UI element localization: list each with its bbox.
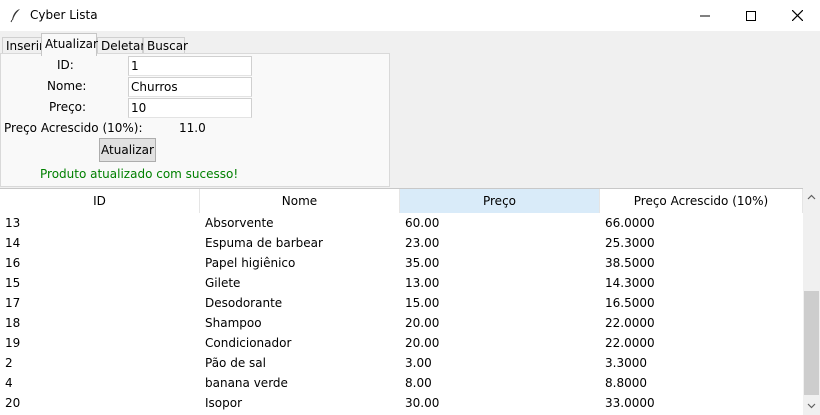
cell-nome: Pão de sal <box>205 356 266 370</box>
chevron-up-icon <box>807 194 816 199</box>
cell-preco: 35.00 <box>405 256 440 270</box>
cell-preco-acrescido: 38.5000 <box>605 256 655 270</box>
maximize-icon <box>746 10 756 21</box>
table-row[interactable]: 15 Gilete 13.00 14.3000 <box>0 273 803 293</box>
cell-nome: Shampoo <box>205 316 262 330</box>
success-message: Produto atualizado com sucesso! <box>40 167 239 181</box>
atualizar-button[interactable]: Atualizar <box>99 138 156 162</box>
nome-field[interactable] <box>128 77 252 97</box>
cell-nome: Absorvente <box>205 216 274 230</box>
preco-acrescido-value: 11.0 <box>179 121 206 135</box>
close-icon <box>791 10 803 21</box>
table-row[interactable]: 16 Papel higiênico 35.00 38.5000 <box>0 253 803 273</box>
id-label: ID: <box>57 58 74 72</box>
cell-id: 16 <box>5 256 21 270</box>
table-row[interactable]: 14 Espuma de barbear 23.00 25.3000 <box>0 233 803 253</box>
close-button[interactable] <box>774 0 820 31</box>
cell-id: 4 <box>5 376 13 390</box>
column-header-preco[interactable]: Preço <box>400 189 600 213</box>
table-row[interactable]: 20 Isopor 30.00 33.0000 <box>0 393 803 413</box>
table-header: ID Nome Preço Preço Acrescido (10%) <box>0 189 803 213</box>
nome-label: Nome: <box>47 79 87 93</box>
scroll-up-button[interactable] <box>803 188 820 205</box>
cell-nome: Espuma de barbear <box>205 236 323 250</box>
cell-id: 19 <box>5 336 21 350</box>
cell-id: 18 <box>5 316 21 330</box>
window-title: Cyber Lista <box>30 8 98 22</box>
scroll-down-button[interactable] <box>803 397 820 414</box>
product-table[interactable]: ID Nome Preço Preço Acrescido (10%) 13 A… <box>0 188 803 415</box>
cell-nome: Condicionador <box>205 336 292 350</box>
cell-preco-acrescido: 8.8000 <box>605 376 647 390</box>
cell-preco: 15.00 <box>405 296 440 310</box>
cell-preco-acrescido: 25.3000 <box>605 236 655 250</box>
cell-preco-acrescido: 14.3000 <box>605 276 655 290</box>
table-row[interactable]: 13 Absorvente 60.00 66.0000 <box>0 213 803 233</box>
cell-preco: 30.00 <box>405 396 440 410</box>
vertical-scrollbar[interactable] <box>803 188 820 414</box>
cell-preco-acrescido: 22.0000 <box>605 336 655 350</box>
cell-preco: 20.00 <box>405 316 440 330</box>
cell-preco-acrescido: 33.0000 <box>605 396 655 410</box>
maximize-button[interactable] <box>728 0 774 31</box>
cell-preco: 3.00 <box>405 356 432 370</box>
cell-preco-acrescido: 22.0000 <box>605 316 655 330</box>
table-row[interactable]: 2 Pão de sal 3.00 3.3000 <box>0 353 803 373</box>
column-header-id[interactable]: ID <box>0 189 200 213</box>
preco-field[interactable] <box>128 98 252 118</box>
title-bar: Cyber Lista <box>0 0 820 31</box>
cell-preco: 60.00 <box>405 216 440 230</box>
table-row[interactable]: 17 Desodorante 15.00 16.5000 <box>0 293 803 313</box>
cell-preco: 20.00 <box>405 336 440 350</box>
table-body: 13 Absorvente 60.00 66.0000 14 Espuma de… <box>0 213 803 413</box>
column-header-nome[interactable]: Nome <box>200 189 400 213</box>
cell-preco: 8.00 <box>405 376 432 390</box>
cell-preco: 23.00 <box>405 236 440 250</box>
cell-id: 13 <box>5 216 21 230</box>
minimize-icon <box>700 15 710 16</box>
table-row[interactable]: 19 Condicionador 20.00 22.0000 <box>0 333 803 353</box>
table-row[interactable]: 4 banana verde 8.00 8.8000 <box>0 373 803 393</box>
preco-label: Preço: <box>49 100 87 114</box>
cell-id: 14 <box>5 236 21 250</box>
cell-id: 17 <box>5 296 21 310</box>
chevron-down-icon <box>807 403 816 408</box>
tab-atualizar[interactable]: Atualizar <box>41 33 98 56</box>
table-row[interactable]: 18 Shampoo 20.00 22.0000 <box>0 313 803 333</box>
cell-preco-acrescido: 66.0000 <box>605 216 655 230</box>
cell-nome: Desodorante <box>205 296 283 310</box>
cell-preco: 13.00 <box>405 276 440 290</box>
cell-nome: Papel higiênico <box>205 256 296 270</box>
update-form: ID: Nome: Preço: Preço Acrescido (10%): … <box>0 53 390 187</box>
id-field[interactable] <box>128 56 252 76</box>
cell-nome: banana verde <box>205 376 288 390</box>
scroll-thumb[interactable] <box>804 291 819 395</box>
column-header-preco-acrescido[interactable]: Preço Acrescido (10%) <box>600 189 803 213</box>
cell-nome: Gilete <box>205 276 241 290</box>
cell-preco-acrescido: 16.5000 <box>605 296 655 310</box>
cell-id: 20 <box>5 396 21 410</box>
preco-acrescido-label: Preço Acrescido (10%): <box>4 121 143 135</box>
cell-id: 15 <box>5 276 21 290</box>
cell-nome: Isopor <box>205 396 243 410</box>
cell-id: 2 <box>5 356 13 370</box>
minimize-button[interactable] <box>682 0 728 31</box>
feather-icon <box>8 7 24 23</box>
cell-preco-acrescido: 3.3000 <box>605 356 647 370</box>
